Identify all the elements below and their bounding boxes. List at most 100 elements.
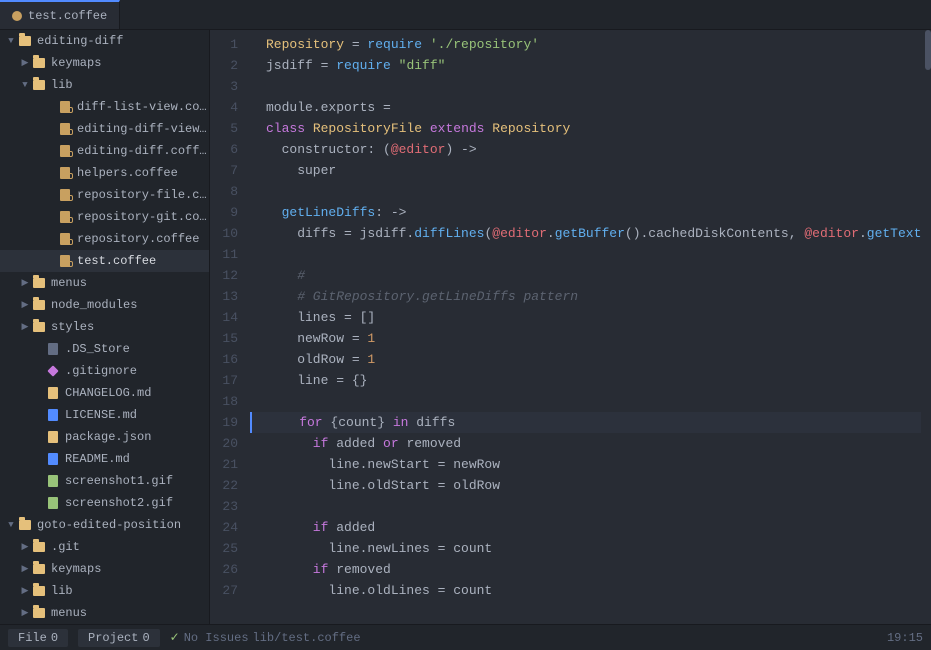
line-number: 2 (218, 55, 238, 76)
token: . (859, 226, 867, 241)
token: line.newStart = newRow (266, 457, 500, 472)
sidebar-item-menus[interactable]: menus (0, 272, 209, 294)
line-number: 25 (218, 538, 238, 559)
token: @editor (804, 226, 859, 241)
code-line: if added (250, 517, 921, 538)
token: diffs (408, 415, 455, 430)
line-number: 8 (218, 181, 238, 202)
tree-arrow (18, 606, 32, 620)
token: line.oldStart = oldRow (266, 478, 500, 493)
sidebar-item-license[interactable]: LICENSE.md (0, 404, 209, 426)
token: getBuffer (555, 226, 625, 241)
sidebar-item-helpers[interactable]: helpers.coffee (0, 162, 209, 184)
tree-label: .DS_Store (65, 342, 209, 356)
code-line: line.newLines = count (250, 538, 921, 559)
folder-icon (18, 518, 32, 532)
tree-arrow (44, 232, 58, 246)
scroll-thumb (925, 30, 931, 70)
tree-arrow (32, 408, 46, 422)
token: for (268, 415, 323, 430)
tree-label: screenshot1.gif (65, 474, 209, 488)
folder-icon (32, 606, 46, 620)
status-bar: File 0 Project 0 ✓ No Issues lib/test.co… (0, 624, 931, 650)
token: './repository' (430, 37, 539, 52)
sidebar-item-menus2[interactable]: menus (0, 602, 209, 624)
token: @editor (391, 142, 446, 157)
json-icon (46, 430, 60, 444)
sidebar-item-ds-store[interactable]: .DS_Store (0, 338, 209, 360)
sidebar-item-gitignore[interactable]: .gitignore (0, 360, 209, 382)
token: added (328, 520, 375, 535)
line-number: 9 (218, 202, 238, 223)
sidebar-item-editing-diff[interactable]: editing-diff.coffee (0, 140, 209, 162)
sidebar-item-test[interactable]: test.coffee (0, 250, 209, 272)
folder-icon (32, 540, 46, 554)
line-number: 22 (218, 475, 238, 496)
sidebar-item-changelog[interactable]: CHANGELOG.md (0, 382, 209, 404)
tree-label: styles (51, 320, 209, 334)
token: constructor: ( (266, 142, 391, 157)
folder-icon (32, 276, 46, 290)
sidebar-item-repository[interactable]: repository.coffee (0, 228, 209, 250)
sidebar-item-screenshot2[interactable]: screenshot2.gif (0, 492, 209, 514)
token: RepositoryFile (313, 121, 422, 136)
token: diffs = jsdiff. (266, 226, 414, 241)
line-number: 19 (218, 412, 238, 433)
tree-arrow (44, 210, 58, 224)
token: extends (430, 121, 485, 136)
code-view[interactable]: 1234567891011121314151617181920212223242… (210, 30, 931, 624)
file-tab[interactable]: File 0 (8, 629, 68, 647)
token: 1 (367, 331, 375, 346)
token: line = {} (266, 373, 367, 388)
coffee-icon (58, 232, 72, 246)
tree-root[interactable]: editing-diff (0, 30, 209, 52)
tree-arrow (18, 540, 32, 554)
sidebar-item-keymaps[interactable]: keymaps (0, 52, 209, 74)
tree-root-2[interactable]: goto-edited-position (0, 514, 209, 536)
editor-area: 1234567891011121314151617181920212223242… (210, 30, 931, 624)
tree-arrow (44, 254, 58, 268)
sidebar-item-diff-list-view[interactable]: diff-list-view.coffee (0, 96, 209, 118)
project-tab[interactable]: Project 0 (78, 629, 160, 647)
code-line (250, 76, 921, 97)
file-label: File (18, 631, 47, 645)
code-line (250, 181, 921, 202)
code-line: newRow = 1 (250, 328, 921, 349)
sidebar-item-git[interactable]: .git (0, 536, 209, 558)
gitignore-icon (46, 364, 60, 378)
sidebar-item-repository-file[interactable]: repository-file.coffee (0, 184, 209, 206)
folder-icon (32, 56, 46, 70)
coffee-icon (58, 166, 72, 180)
token: if (266, 436, 328, 451)
img-icon (46, 496, 60, 510)
tree-label: .gitignore (65, 364, 209, 378)
tree-arrow (18, 298, 32, 312)
coffee-icon (58, 254, 72, 268)
tab-test-coffee[interactable]: test.coffee (0, 0, 120, 29)
line-number: 17 (218, 370, 238, 391)
scroll-track[interactable] (921, 30, 931, 624)
tree-arrow (4, 518, 18, 532)
tree-arrow (32, 452, 46, 466)
sidebar-item-lib2[interactable]: lib (0, 580, 209, 602)
sidebar-item-lib[interactable]: lib (0, 74, 209, 96)
sidebar-item-readme[interactable]: README.md (0, 448, 209, 470)
sidebar-item-screenshot1[interactable]: screenshot1.gif (0, 470, 209, 492)
code-content: Repository = require './repository'jsdif… (250, 30, 921, 624)
token: removed (399, 436, 461, 451)
code-line: oldRow = 1 (250, 349, 921, 370)
sidebar-item-editing-diff-view[interactable]: editing-diff-view.coff... (0, 118, 209, 140)
sidebar-item-keymaps2[interactable]: keymaps (0, 558, 209, 580)
token: Repository (266, 37, 344, 52)
sidebar-item-repository-git[interactable]: repository-git.coffee (0, 206, 209, 228)
line-number: 11 (218, 244, 238, 265)
sidebar-item-styles[interactable]: styles (0, 316, 209, 338)
tree-arrow (18, 562, 32, 576)
coffee-icon (58, 122, 72, 136)
tree-label: repository-file.coffee (77, 188, 209, 202)
tab-label: test.coffee (28, 9, 107, 23)
sidebar-item-node-modules[interactable]: node_modules (0, 294, 209, 316)
tree-label: editing-diff-view.coff... (77, 122, 209, 136)
sidebar-item-package-json[interactable]: package.json (0, 426, 209, 448)
project-count: 0 (142, 631, 149, 645)
